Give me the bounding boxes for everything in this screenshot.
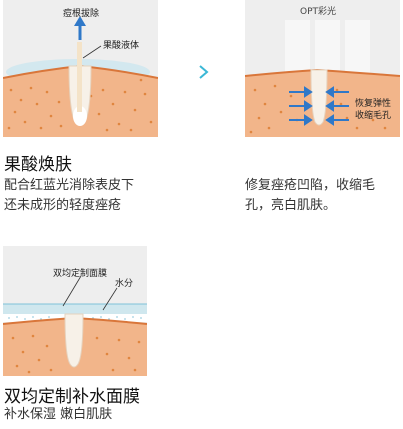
label-acne-root-removal: 痘根拔除 xyxy=(63,9,100,19)
label-moisture: 水分 xyxy=(115,279,134,289)
desc-hydrating-mask-line-1: 补水保湿 嫩白肌肤 xyxy=(4,407,113,422)
label-fruit-acid-liquid: 果酸液体 xyxy=(103,41,140,51)
title-fruit-acid: 果酸焕肤 xyxy=(4,155,72,175)
panel-fruit-acid: 痘根拔除 果酸液体 xyxy=(3,0,158,137)
panel-hydrating-mask: 双均定制面膜 水分 xyxy=(3,246,147,376)
label-opt-light: OPT彩光 xyxy=(300,7,337,17)
title-hydrating-mask: 双均定制补水面膜 xyxy=(4,387,140,407)
label-shrink-pores: 收缩毛孔 xyxy=(355,111,392,121)
chevron-right-icon xyxy=(199,65,209,79)
desc-fruit-acid-line-1: 配合红蓝光消除表皮下 xyxy=(4,178,135,193)
label-custom-mask: 双均定制面膜 xyxy=(53,269,108,279)
desc-opt-light-line-2: 孔，亮白肌肤。 xyxy=(245,198,337,213)
desc-opt-light: 修复痤疮凹陷，收缩毛 孔，亮白肌肤。 xyxy=(245,176,375,216)
desc-opt-light-line-1: 修复痤疮凹陷，收缩毛 xyxy=(245,178,376,193)
desc-hydrating-mask: 补水保湿 嫩白肌肤 xyxy=(4,405,112,425)
fruit-acid-illustration xyxy=(3,16,158,137)
desc-fruit-acid: 配合红蓝光消除表皮下 还未成形的轻度痤疮 xyxy=(4,176,134,216)
panel-opt-light: OPT彩光 恢复弹性 收缩毛孔 xyxy=(245,0,400,137)
desc-fruit-acid-line-2: 还未成形的轻度痤疮 xyxy=(4,198,122,213)
